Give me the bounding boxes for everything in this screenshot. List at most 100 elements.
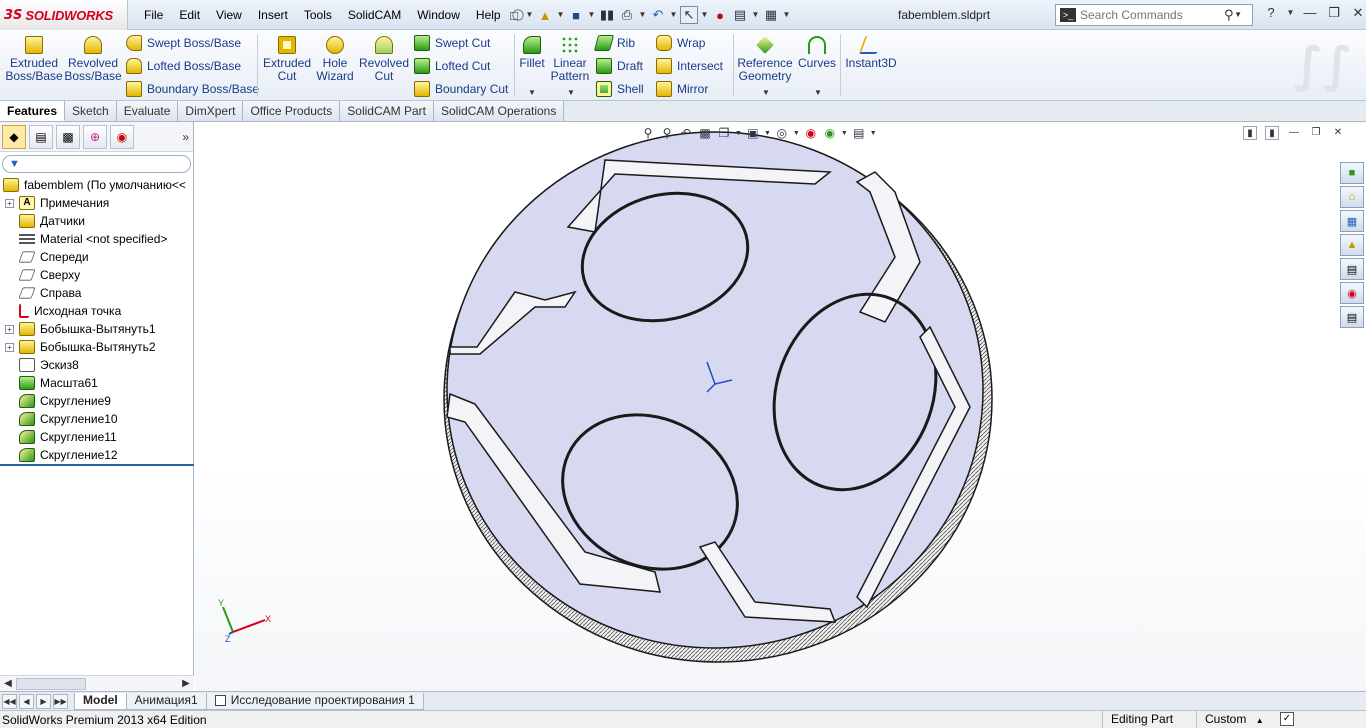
help-icon[interactable]: ? bbox=[1262, 4, 1280, 22]
select-dropdown-icon[interactable]: ▼ bbox=[700, 6, 709, 24]
tree-item[interactable]: Сверху bbox=[0, 266, 193, 284]
menu-help[interactable]: Help bbox=[468, 0, 509, 30]
minimize-icon[interactable]: — bbox=[1301, 4, 1319, 22]
options-icon[interactable]: ▦ bbox=[762, 6, 780, 24]
menu-view[interactable]: View bbox=[208, 0, 250, 30]
design-library-icon[interactable]: ▦ bbox=[1340, 210, 1364, 232]
new-document-icon[interactable]: □ bbox=[505, 6, 523, 24]
menu-file[interactable]: File bbox=[136, 0, 171, 30]
extruded-boss-button[interactable]: Extruded Boss/Base bbox=[5, 36, 63, 83]
tab-solidcam-operations[interactable]: SolidCAM Operations bbox=[433, 101, 565, 121]
tree-item[interactable]: + A Примечания bbox=[0, 194, 193, 212]
linear-pattern-dropdown-icon[interactable]: ▼ bbox=[567, 88, 575, 97]
tree-item[interactable]: Спереди bbox=[0, 248, 193, 266]
shell-button[interactable]: Shell bbox=[596, 79, 644, 99]
boundary-boss-button[interactable]: Boundary Boss/Base bbox=[126, 79, 259, 99]
open-dropdown-icon[interactable]: ▼ bbox=[556, 6, 565, 24]
reference-geometry-dropdown-icon[interactable]: ▼ bbox=[762, 88, 770, 97]
curves-dropdown-icon[interactable]: ▼ bbox=[814, 88, 822, 97]
save-dropdown-icon[interactable]: ▼ bbox=[587, 6, 596, 24]
instant3d-button[interactable]: Instant3D bbox=[843, 36, 899, 70]
tab-sketch[interactable]: Sketch bbox=[65, 101, 117, 121]
tree-item[interactable]: Скругление12 bbox=[0, 446, 193, 464]
tree-item[interactable]: Датчики bbox=[0, 212, 193, 230]
rebuild-traffic-light-icon[interactable]: ● bbox=[711, 6, 729, 24]
tree-filter-box[interactable]: ▼ bbox=[2, 155, 191, 173]
more-tabs-icon[interactable]: » bbox=[182, 130, 189, 144]
scroll-right-icon[interactable]: ▶ bbox=[178, 676, 194, 692]
mirror-button[interactable]: Mirror bbox=[656, 79, 708, 99]
viewport-close-icon[interactable]: ✕ bbox=[1331, 126, 1345, 140]
lofted-cut-button[interactable]: Lofted Cut bbox=[414, 56, 490, 76]
display-manager-tab-icon[interactable]: ◉ bbox=[110, 124, 134, 149]
swept-boss-button[interactable]: Swept Boss/Base bbox=[126, 33, 241, 53]
save-icon[interactable]: ■ bbox=[567, 6, 585, 24]
tree-root-part[interactable]: fabemblem (По умолчанию<< bbox=[0, 176, 193, 194]
apply-scene-icon[interactable]: ◉ bbox=[822, 125, 838, 141]
custom-properties-icon[interactable]: ▤ bbox=[1340, 306, 1364, 328]
view-orientation-dropdown-icon[interactable]: ▼ bbox=[735, 130, 742, 137]
help-dropdown-icon[interactable]: ▼ bbox=[1286, 4, 1295, 22]
viewport-split-right-icon[interactable]: ▮ bbox=[1265, 126, 1279, 140]
tab-features[interactable]: Features bbox=[0, 101, 66, 121]
hide-show-items-icon[interactable]: ◎ bbox=[774, 125, 790, 141]
revolved-boss-button[interactable]: Revolved Boss/Base bbox=[64, 36, 122, 83]
edit-appearance-icon[interactable]: ◉ bbox=[803, 125, 819, 141]
expand-icon[interactable]: + bbox=[5, 342, 14, 352]
fillet-dropdown-icon[interactable]: ▼ bbox=[528, 88, 536, 97]
tab-solidcam-part[interactable]: SolidCAM Part bbox=[340, 101, 434, 121]
part-model-view[interactable]: Y X Z bbox=[195, 122, 1366, 691]
configuration-manager-tab-icon[interactable]: ▩ bbox=[56, 124, 80, 149]
tree-item[interactable]: Скругление11 bbox=[0, 428, 193, 446]
tree-item[interactable]: + Бобышка-Вытянуть2 bbox=[0, 338, 193, 356]
open-folder-icon[interactable]: ▲ bbox=[536, 6, 554, 24]
linear-pattern-button[interactable]: Linear Pattern bbox=[547, 36, 593, 83]
revolved-cut-button[interactable]: Revolved Cut bbox=[355, 36, 413, 83]
properties-dropdown-icon[interactable]: ▼ bbox=[751, 6, 760, 24]
section-view-icon[interactable]: ▩ bbox=[697, 125, 713, 141]
tab-animation1[interactable]: Анимация1 bbox=[125, 692, 207, 710]
view-settings-icon[interactable]: ▤ bbox=[851, 125, 867, 141]
tab-evaluate[interactable]: Evaluate bbox=[116, 101, 179, 121]
view-settings-dropdown-icon[interactable]: ▼ bbox=[870, 130, 877, 137]
file-properties-icon[interactable]: ▤ bbox=[731, 6, 749, 24]
options-dropdown-icon[interactable]: ▼ bbox=[782, 6, 791, 24]
home-icon[interactable]: ⌂ bbox=[1340, 186, 1364, 208]
reference-geometry-button[interactable]: Reference Geometry bbox=[736, 36, 794, 83]
tree-item[interactable]: Эскиз8 bbox=[0, 356, 193, 374]
undo-icon[interactable]: ↶ bbox=[649, 6, 667, 24]
menu-solidcam[interactable]: SolidCAM bbox=[340, 0, 409, 30]
search-input[interactable] bbox=[1080, 8, 1220, 22]
tree-item[interactable]: Material <not specified> bbox=[0, 230, 193, 248]
solidworks-resources-icon[interactable]: ■ bbox=[1340, 162, 1364, 184]
solidworks-logo[interactable]: 3S SOLIDWORKS bbox=[0, 0, 128, 30]
zoom-to-fit-icon[interactable]: ⚲ bbox=[640, 125, 656, 141]
appearances-scenes-icon[interactable]: ◉ bbox=[1340, 282, 1364, 304]
first-tab-icon[interactable]: ◀◀ bbox=[2, 693, 17, 709]
tab-design-study[interactable]: Исследование проектирования 1 bbox=[205, 692, 424, 710]
tree-item[interactable]: + Бобышка-Вытянуть1 bbox=[0, 320, 193, 338]
menu-insert[interactable]: Insert bbox=[250, 0, 296, 30]
menu-window[interactable]: Window bbox=[409, 0, 468, 30]
scroll-left-icon[interactable]: ◀ bbox=[0, 676, 16, 692]
hide-show-dropdown-icon[interactable]: ▼ bbox=[793, 130, 800, 137]
feature-tree-tab-icon[interactable]: ◆ bbox=[2, 124, 26, 149]
swept-cut-button[interactable]: Swept Cut bbox=[414, 33, 490, 53]
print-icon[interactable]: ⎙ bbox=[618, 6, 636, 24]
search-icon[interactable]: ⚲ bbox=[1224, 7, 1234, 23]
rebuild-status-icon[interactable]: ✓ bbox=[1280, 712, 1294, 726]
display-style-icon[interactable]: ▣ bbox=[745, 125, 761, 141]
tree-item[interactable]: Скругление10 bbox=[0, 410, 193, 428]
tree-item[interactable]: Справа bbox=[0, 284, 193, 302]
intersect-button[interactable]: Intersect bbox=[656, 56, 723, 76]
close-icon[interactable]: ✕ bbox=[1349, 4, 1366, 22]
file-explorer-icon[interactable]: ▲ bbox=[1340, 234, 1364, 256]
unit-system-selector[interactable]: Custom ▲ bbox=[1196, 711, 1272, 728]
apply-scene-dropdown-icon[interactable]: ▼ bbox=[841, 130, 848, 137]
graphics-area[interactable]: Y X Z ⚲ ⚲ ↶ ▩ ❐ ▼ ▣ ▼ ◎ ▼ ◉ ◉ ▼ ▤ ▼ ▮ ▮ … bbox=[195, 122, 1366, 691]
rollback-bar[interactable] bbox=[0, 464, 194, 466]
tree-horizontal-scrollbar[interactable]: ◀ ▶ bbox=[0, 675, 194, 691]
print-dropdown-icon[interactable]: ▼ bbox=[638, 6, 647, 24]
scrollbar-thumb[interactable] bbox=[16, 678, 86, 690]
wrap-button[interactable]: Wrap bbox=[656, 33, 705, 53]
